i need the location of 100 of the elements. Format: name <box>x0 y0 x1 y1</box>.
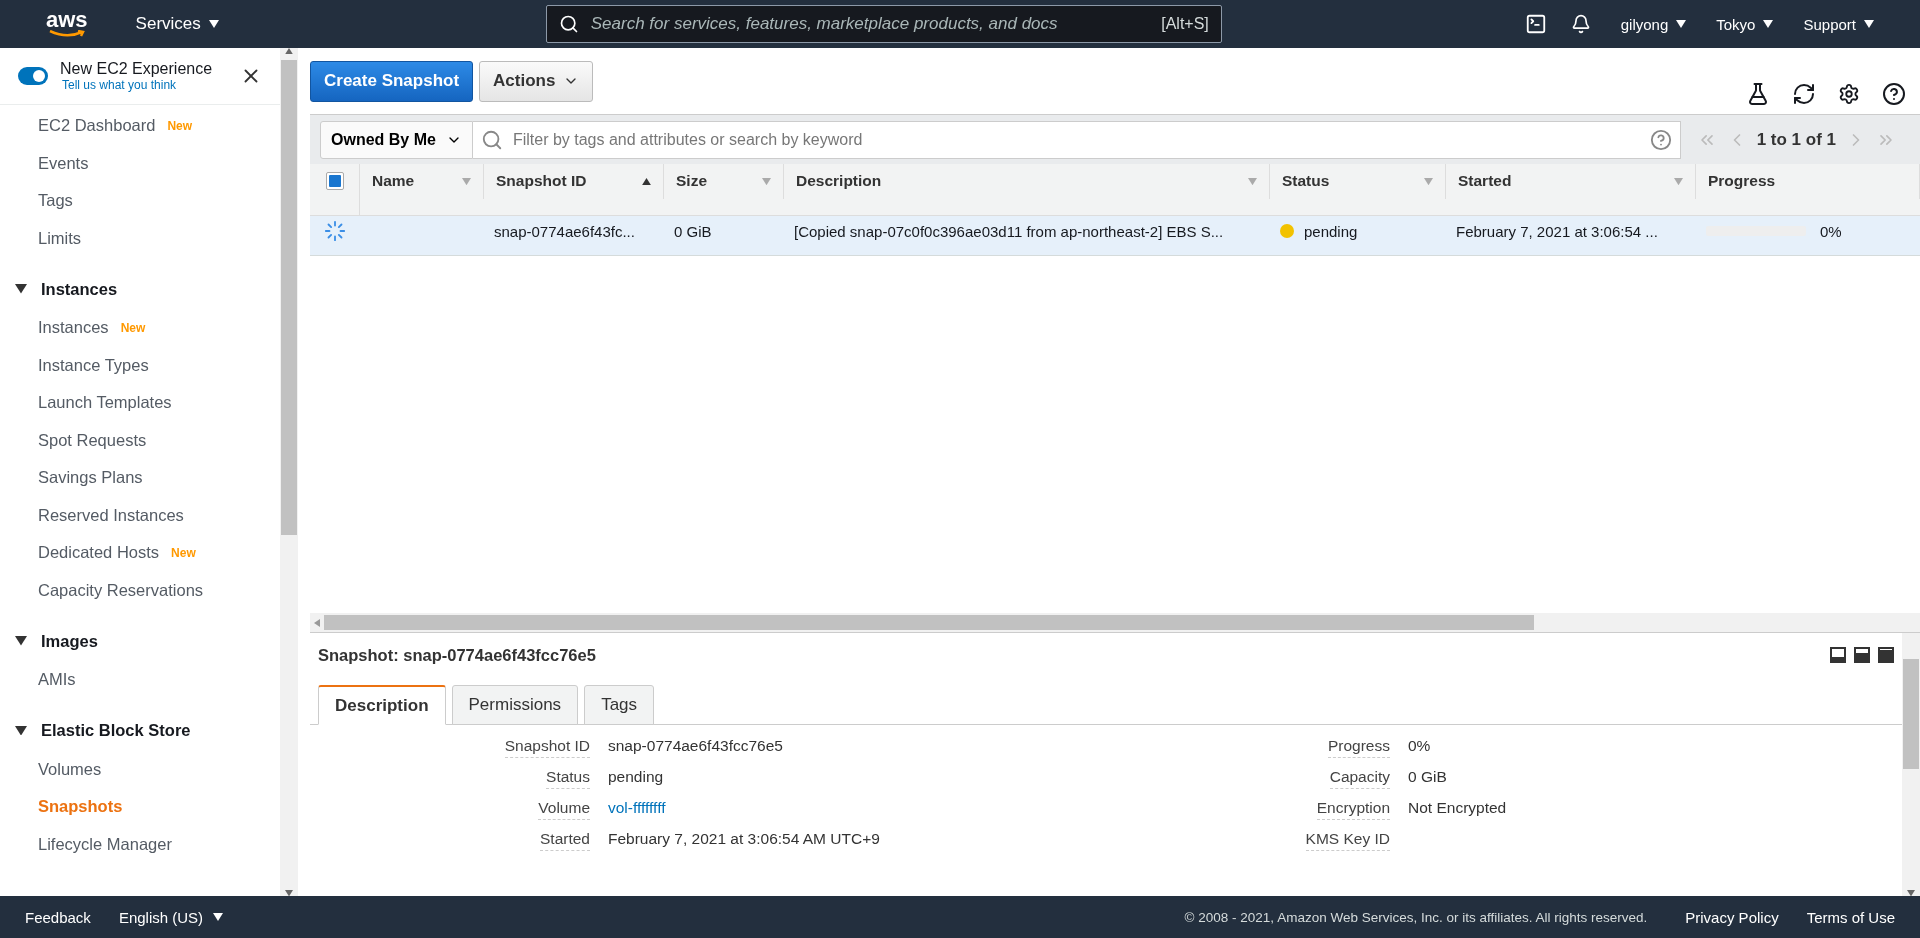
table-cell: snap-0774ae6f43fc... <box>494 222 635 240</box>
experience-label: New EC2 Experience <box>60 60 214 78</box>
column-header[interactable]: Name <box>360 164 484 199</box>
owner-dropdown[interactable]: Owned By Me <box>320 120 473 159</box>
aws-logo[interactable]: aws <box>46 10 88 38</box>
detail-value: Not Encrypted <box>1408 799 1508 818</box>
sidebar-item[interactable]: Capacity Reservations <box>0 571 280 609</box>
search-icon <box>558 14 579 34</box>
detail-label: Progress <box>1327 737 1390 758</box>
sidebar-item[interactable]: Volumes <box>0 750 280 788</box>
detail-value: 0% <box>1408 737 1432 756</box>
terminal-icon[interactable] <box>1524 13 1547 35</box>
column-header[interactable]: Progress <box>1696 164 1920 199</box>
tab[interactable]: Description <box>318 685 446 725</box>
detail-value: 0 GiB <box>1408 768 1448 787</box>
column-menu-icon <box>462 177 471 185</box>
sidebar-item[interactable]: Savings Plans <box>0 459 280 497</box>
expanded-caret-icon <box>15 284 27 294</box>
scrollbar[interactable] <box>1902 633 1920 896</box>
search-input[interactable]: Search for services, features, marketplace products, and docs <box>588 13 1152 35</box>
section-header[interactable]: Elastic Block Store <box>0 710 280 751</box>
column-header[interactable]: Size <box>664 164 784 199</box>
status-text: pending <box>1304 222 1358 240</box>
detail-value: February 7, 2021 at 3:06:54 AM UTC+9 <box>608 830 881 849</box>
sidebar-item[interactable]: Reserved Instances <box>0 496 280 534</box>
region-menu[interactable]: Tokyo <box>1716 15 1774 33</box>
checkbox[interactable] <box>325 172 344 191</box>
table-cell: [Copied snap-07c0f0c396ae03d11 from ap-northeast-2] EBS S... <box>794 222 1224 240</box>
expanded-caret-icon <box>15 636 27 646</box>
sidebar-item[interactable]: Instance Types <box>0 346 280 384</box>
new-label: New <box>171 545 196 560</box>
panel-layout-icon[interactable] <box>1878 647 1894 663</box>
account-menu[interactable]: gilyong <box>1620 15 1687 33</box>
services-menu[interactable]: Services <box>135 14 219 34</box>
detail-label: Capacity <box>1329 768 1390 789</box>
sidebar-item[interactable]: Lifecycle Manager <box>0 825 280 863</box>
filter-field[interactable]: Filter by tags and attributes or search by keyword <box>472 120 1681 159</box>
table-cell: February 7, 2021 at 3:06:54 ... <box>1456 222 1658 240</box>
tab[interactable]: Permissions <box>451 685 579 725</box>
sidebar-item[interactable]: Spot Requests <box>0 421 280 459</box>
caret-icon <box>208 20 219 28</box>
column-header[interactable]: Description <box>784 164 1270 199</box>
footer-link[interactable]: Terms of Use <box>1806 908 1895 926</box>
scrollbar[interactable] <box>280 48 298 896</box>
refresh-icon[interactable] <box>1792 82 1816 106</box>
support-menu[interactable]: Support <box>1803 15 1874 33</box>
search-icon <box>480 128 503 151</box>
detail-label: KMS Key ID <box>1305 830 1390 851</box>
sidebar-item[interactable]: Launch Templates <box>0 384 280 422</box>
table-row[interactable]: snap-0774ae6f43fc... 0 GiB [Copied snap-07c0f0c396ae03d11 from ap-northeast-2] EBS S... pending February 7, 2021 at 3:06:54 ... 0% <box>310 216 1920 256</box>
horizontal-scrollbar[interactable] <box>310 613 1920 632</box>
sidebar-item[interactable]: AMIs <box>0 661 280 699</box>
caret-icon <box>1676 20 1687 28</box>
search-field[interactable]: Search for services, features, marketplace products, and docs [Alt+S] <box>545 5 1222 43</box>
panel-layout-icon[interactable] <box>1854 647 1870 663</box>
table-cell: 0 GiB <box>674 222 712 240</box>
details-title: Snapshot: snap-0774ae6f43fcc76e5 <box>318 645 596 665</box>
sidebar-item[interactable]: Dedicated Hosts New <box>0 534 280 572</box>
column-menu-icon <box>762 177 771 185</box>
detail-link[interactable]: vol-ffffffff <box>608 799 1140 820</box>
copyright-text: © 2008 - 2021, Amazon Web Services, Inc. or its affiliates. All rights reserved. <box>1184 909 1648 925</box>
actions-button[interactable]: Actions <box>479 60 594 102</box>
footer-link[interactable]: Privacy Policy <box>1685 908 1779 926</box>
detail-label: Snapshot ID <box>504 737 590 758</box>
detail-label: Started <box>540 830 590 851</box>
detail-value: snap-0774ae6f43fcc76e5 <box>608 737 784 756</box>
column-header[interactable]: Snapshot ID <box>484 164 664 199</box>
bell-icon[interactable] <box>1570 14 1591 34</box>
sort-ascending-icon <box>642 177 651 185</box>
column-menu-icon <box>1248 177 1257 185</box>
create-snapshot-button[interactable]: Create Snapshot <box>310 60 474 102</box>
sidebar-item[interactable]: Events <box>0 144 280 182</box>
help-icon[interactable] <box>1882 82 1906 106</box>
detail-label: Volume <box>538 799 590 820</box>
progress-reading: 0% <box>1820 222 1842 240</box>
section-header[interactable]: Instances <box>0 269 280 309</box>
pagination-text: 1 to 1 of 1 <box>1756 129 1836 150</box>
flask-icon[interactable] <box>1746 82 1770 106</box>
feedback-link[interactable]: Feedback <box>25 908 91 926</box>
column-header[interactable]: Started <box>1446 164 1696 199</box>
column-menu-icon <box>1674 177 1683 185</box>
caret-icon <box>213 913 224 921</box>
column-header[interactable]: Status <box>1270 164 1446 199</box>
language-menu[interactable]: English (US) <box>118 908 224 926</box>
column-menu-icon <box>1424 177 1433 185</box>
panel-layout-icon[interactable] <box>1830 647 1846 663</box>
tab[interactable]: Tags <box>584 685 655 725</box>
sidebar-item[interactable]: Limits <box>0 219 280 257</box>
expanded-caret-icon <box>15 725 27 736</box>
settings-icon[interactable] <box>1838 83 1860 105</box>
sidebar-item[interactable]: EC2 Dashboard New <box>0 107 280 145</box>
toggle-switch[interactable] <box>18 67 48 85</box>
new-label: New <box>120 320 146 335</box>
feedback-link[interactable]: Tell us what you think <box>62 78 228 92</box>
new-label: New <box>167 118 193 133</box>
sidebar-item[interactable]: Instances New <box>0 309 280 347</box>
sidebar-item[interactable]: Tags <box>0 182 280 220</box>
detail-label: Status <box>546 768 590 789</box>
shortcut-hint: [Alt+S] <box>1161 15 1209 33</box>
section-header[interactable]: Images <box>0 621 280 661</box>
